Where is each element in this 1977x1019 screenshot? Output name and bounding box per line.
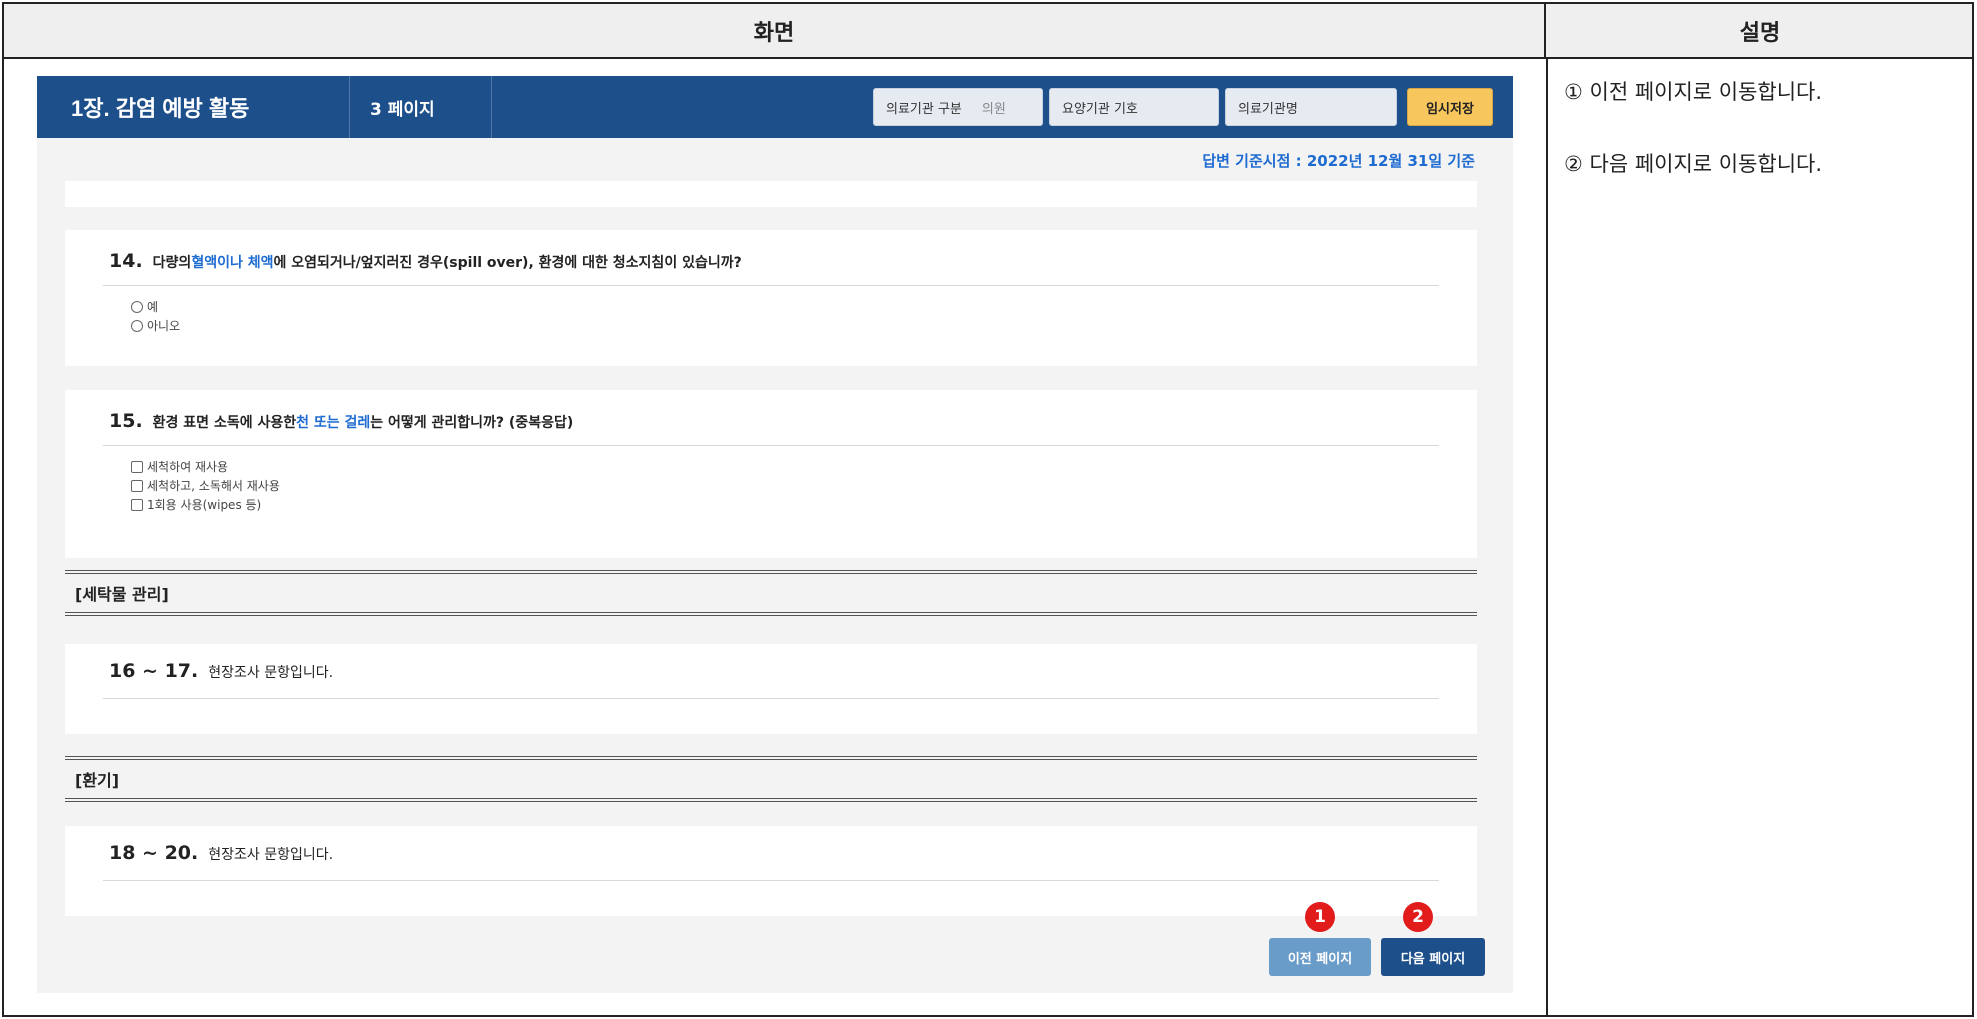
question-card-18-20: 18 ~ 20. 현장조사 문항입니다. xyxy=(65,826,1477,916)
table-header: 화면 설명 xyxy=(4,4,1972,59)
question-14-number: 14. xyxy=(109,250,143,272)
blank-card xyxy=(65,181,1477,207)
institution-type-label: 의료기관 구분 xyxy=(886,101,962,117)
question-card-15: 15. 환경 표면 소독에 사용한 천 또는 걸레 는 어떻게 관리합니까? (… xyxy=(65,390,1477,558)
screen-column-header: 화면 xyxy=(4,4,1546,57)
option-label: 세척하고, 소독해서 재사용 xyxy=(147,479,280,493)
question-15-text-pre: 환경 표면 소독에 사용한 xyxy=(152,415,297,431)
radio-icon[interactable] xyxy=(131,300,143,313)
question-18-number: 18 ~ 20. xyxy=(109,842,199,864)
annotation-badge-2: 2 xyxy=(1403,902,1433,932)
question-15-option-2[interactable]: 세척하고, 소독해서 재사용 xyxy=(131,477,280,494)
question-16-number: 16 ~ 17. xyxy=(109,660,199,682)
checkbox-icon[interactable] xyxy=(131,460,143,473)
option-label: 예 xyxy=(147,300,159,314)
survey-screen: 1장. 감염 예방 활동 3 페이지 의료기관 구분 의원 요양기관 기호 의료… xyxy=(37,76,1513,993)
page-number: 3 페이지 xyxy=(350,76,492,138)
question-card-16-17: 16 ~ 17. 현장조사 문항입니다. xyxy=(65,644,1477,734)
question-15-text-post: 는 어떻게 관리합니까? (중복응답) xyxy=(370,415,574,431)
institution-name-field[interactable]: 의료기관명 xyxy=(1225,88,1397,126)
question-14-heading: 14. 다량의 혈액이나 체액 에 오염되거나/엎지러진 경우(spill ov… xyxy=(109,250,742,272)
question-15-heading: 15. 환경 표면 소독에 사용한 천 또는 걸레 는 어떻게 관리합니까? (… xyxy=(109,410,573,432)
question-15-option-3[interactable]: 1회용 사용(wipes 등) xyxy=(131,496,261,513)
description-2: ② 다음 페이지로 이동합니다. xyxy=(1564,152,1823,176)
question-16-text: 현장조사 문항입니다. xyxy=(208,665,334,681)
institution-type-value: 의원 xyxy=(981,101,1006,117)
question-14-option-yes[interactable]: 예 xyxy=(131,298,158,315)
question-14-text-post: 에 오염되거나/엎지러진 경우(spill over), 환경에 대한 청소지침… xyxy=(273,255,742,271)
institution-name-placeholder: 의료기관명 xyxy=(1238,101,1298,117)
question-14-text-pre: 다량의 xyxy=(152,255,192,271)
institution-type-field[interactable]: 의료기관 구분 의원 xyxy=(873,88,1043,126)
care-institution-code-placeholder: 요양기관 기호 xyxy=(1062,101,1138,117)
column-divider xyxy=(1546,59,1548,1015)
question-15-option-1[interactable]: 세척하여 재사용 xyxy=(131,458,228,475)
next-page-button[interactable]: 다음 페이지 xyxy=(1381,938,1485,976)
question-18-heading: 18 ~ 20. 현장조사 문항입니다. xyxy=(109,842,333,864)
answer-basis-date: 답변 기준시점 : 2022년 12월 31일 기준 xyxy=(1202,152,1475,170)
option-label: 1회용 사용(wipes 등) xyxy=(147,498,262,512)
description-1: ① 이전 페이지로 이동합니다. xyxy=(1564,80,1823,104)
description-column-header: 설명 xyxy=(1739,20,1781,46)
temp-save-button[interactable]: 임시저장 xyxy=(1407,88,1493,126)
annotation-badge-1: 1 xyxy=(1305,902,1335,932)
question-14-divider xyxy=(103,285,1439,286)
question-16-heading: 16 ~ 17. 현장조사 문항입니다. xyxy=(109,660,333,682)
chapter-title: 1장. 감염 예방 활동 xyxy=(37,76,350,138)
question-18-divider xyxy=(103,880,1439,881)
survey-top-bar: 1장. 감염 예방 활동 3 페이지 의료기관 구분 의원 요양기관 기호 의료… xyxy=(37,76,1513,138)
prev-page-button[interactable]: 이전 페이지 xyxy=(1269,938,1371,976)
question-15-divider xyxy=(103,445,1439,446)
question-15-highlight: 천 또는 걸레 xyxy=(296,415,371,431)
question-14-highlight: 혈액이나 체액 xyxy=(191,255,274,271)
section-ventilation-header: [환기] xyxy=(65,756,1477,802)
option-label: 아니오 xyxy=(147,319,181,333)
question-18-text: 현장조사 문항입니다. xyxy=(208,847,334,863)
question-16-divider xyxy=(103,698,1439,699)
section-laundry-header: [세탁물 관리] xyxy=(65,570,1477,616)
radio-icon[interactable] xyxy=(131,319,143,332)
question-14-option-no[interactable]: 아니오 xyxy=(131,317,180,334)
question-15-number: 15. xyxy=(109,410,143,432)
checkbox-icon[interactable] xyxy=(131,479,143,492)
option-label: 세척하여 재사용 xyxy=(147,460,229,474)
checkbox-icon[interactable] xyxy=(131,498,143,511)
care-institution-code-field[interactable]: 요양기관 기호 xyxy=(1049,88,1219,126)
question-card-14: 14. 다량의 혈액이나 체액 에 오염되거나/엎지러진 경우(spill ov… xyxy=(65,230,1477,366)
